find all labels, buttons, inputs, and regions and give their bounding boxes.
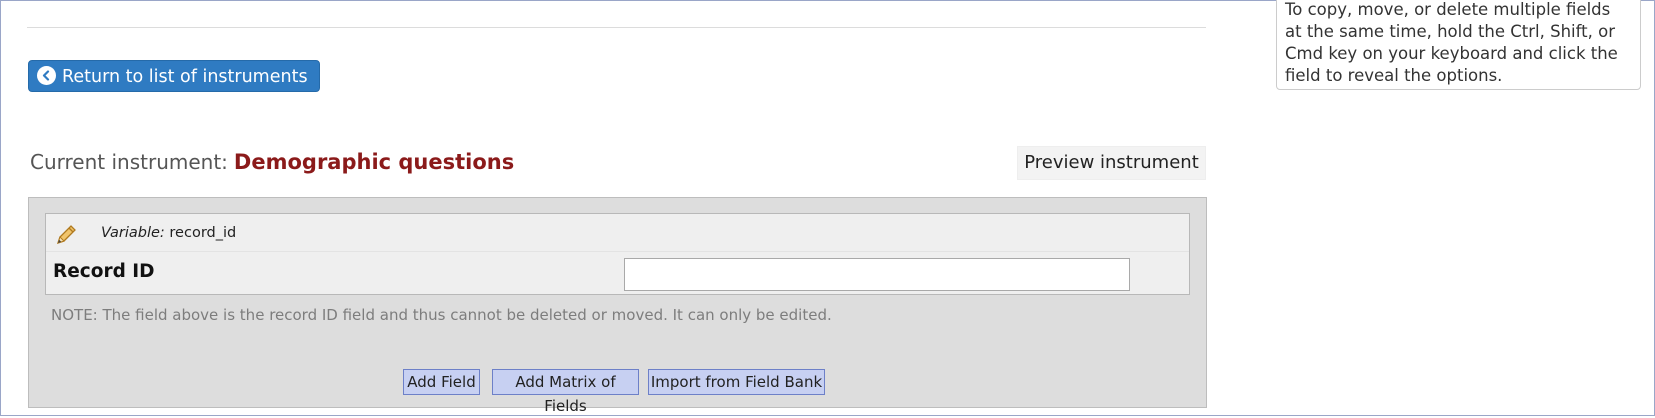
import-field-bank-button[interactable]: Import from Field Bank <box>648 369 825 395</box>
variable-line: Variable: record_id <box>101 225 236 241</box>
variable-label: Variable: <box>101 225 165 241</box>
divider <box>27 27 1206 28</box>
pencil-icon[interactable] <box>54 223 78 251</box>
current-instrument-heading: Current instrument: Demographic questions <box>30 150 514 174</box>
return-to-instruments-button[interactable]: Return to list of instruments <box>28 60 320 92</box>
preview-instrument-button[interactable]: Preview instrument <box>1017 146 1206 180</box>
help-text: To copy, move, or delete multiple fields… <box>1285 0 1618 85</box>
chevron-left-circle-icon <box>37 66 56 85</box>
help-tip: To copy, move, or delete multiple fields… <box>1276 0 1641 90</box>
add-field-button[interactable]: Add Field <box>403 369 480 395</box>
instrument-name: Demographic questions <box>233 150 515 174</box>
field-editor-panel: Variable: record_id Record ID NOTE: The … <box>28 197 1207 415</box>
return-label: Return to list of instruments <box>62 67 308 87</box>
field-row-record-id[interactable]: Variable: record_id Record ID <box>45 213 1190 295</box>
variable-name: record_id <box>169 225 237 241</box>
record-id-note: NOTE: The field above is the record ID f… <box>51 306 832 324</box>
add-matrix-button[interactable]: Add Matrix of Fields <box>492 369 639 415</box>
field-label: Record ID <box>53 261 155 282</box>
current-instrument-label: Current instrument: <box>30 150 228 174</box>
record-id-input[interactable] <box>624 258 1130 291</box>
field-header: Variable: record_id <box>46 214 1189 252</box>
